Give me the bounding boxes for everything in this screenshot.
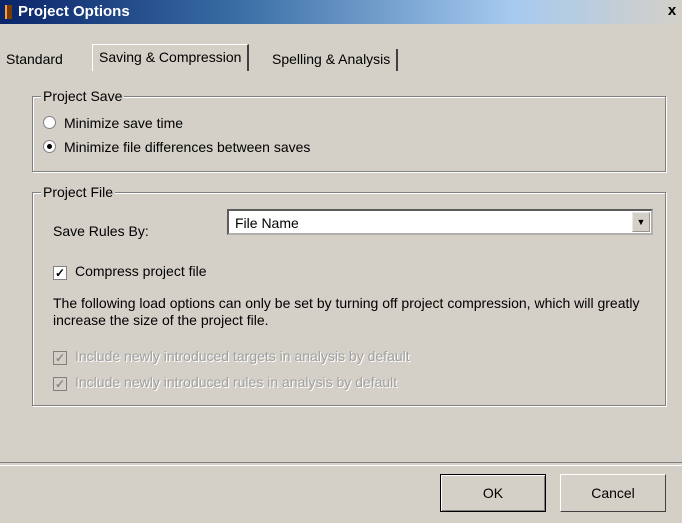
checkbox-disabled-icon: ✓ (53, 351, 67, 365)
tab-strip: Standard Saving & Compression Spelling &… (0, 24, 682, 71)
project-save-legend: Project Save (41, 88, 125, 104)
chevron-down-icon[interactable]: ▼ (632, 212, 650, 232)
radio-label: Minimize file differences between saves (64, 139, 311, 155)
ok-button[interactable]: OK (440, 474, 546, 512)
window-title: Project Options (18, 3, 130, 20)
save-rules-value: File Name (235, 215, 299, 231)
title-bar[interactable]: Project Options x (0, 0, 682, 24)
include-rules-checkbox: ✓ Include newly introduced rules in analy… (53, 374, 397, 391)
tab-saving-compression[interactable]: Saving & Compression (92, 44, 250, 71)
compression-note: The following load options can only be s… (53, 295, 640, 328)
checkbox-checked-icon[interactable]: ✓ (53, 266, 67, 280)
include-targets-checkbox: ✓ Include newly introduced targets in ana… (53, 348, 410, 365)
save-rules-label: Save Rules By: (53, 223, 149, 239)
close-button[interactable]: x (664, 3, 680, 19)
radio-minimize-save-time[interactable]: Minimize save time (43, 115, 183, 131)
radio-label: Minimize save time (64, 115, 184, 131)
project-file-legend: Project File (41, 184, 116, 200)
include-rules-label: Include newly introduced rules in analys… (75, 374, 398, 390)
app-icon (5, 5, 12, 19)
radio-minimize-file-differences[interactable]: Minimize file differences between saves (43, 139, 310, 155)
project-save-group: Project Save Minimize save time Minimize… (32, 88, 666, 172)
footer-separator (0, 462, 682, 466)
compress-project-checkbox[interactable]: ✓ Compress project file (53, 263, 207, 280)
compress-label: Compress project file (75, 263, 207, 279)
radio-button[interactable] (43, 116, 56, 129)
radio-button-selected[interactable] (43, 140, 56, 153)
include-targets-label: Include newly introduced targets in anal… (75, 348, 410, 364)
tab-spelling-analysis[interactable]: Spelling & Analysis (266, 49, 399, 71)
tab-standard[interactable]: Standard (0, 49, 69, 70)
project-file-group: Project File Save Rules By: File Name ▼ … (32, 184, 666, 406)
checkbox-disabled-icon: ✓ (53, 377, 67, 391)
save-rules-dropdown[interactable]: File Name ▼ (227, 209, 653, 235)
cancel-button[interactable]: Cancel (560, 474, 666, 512)
